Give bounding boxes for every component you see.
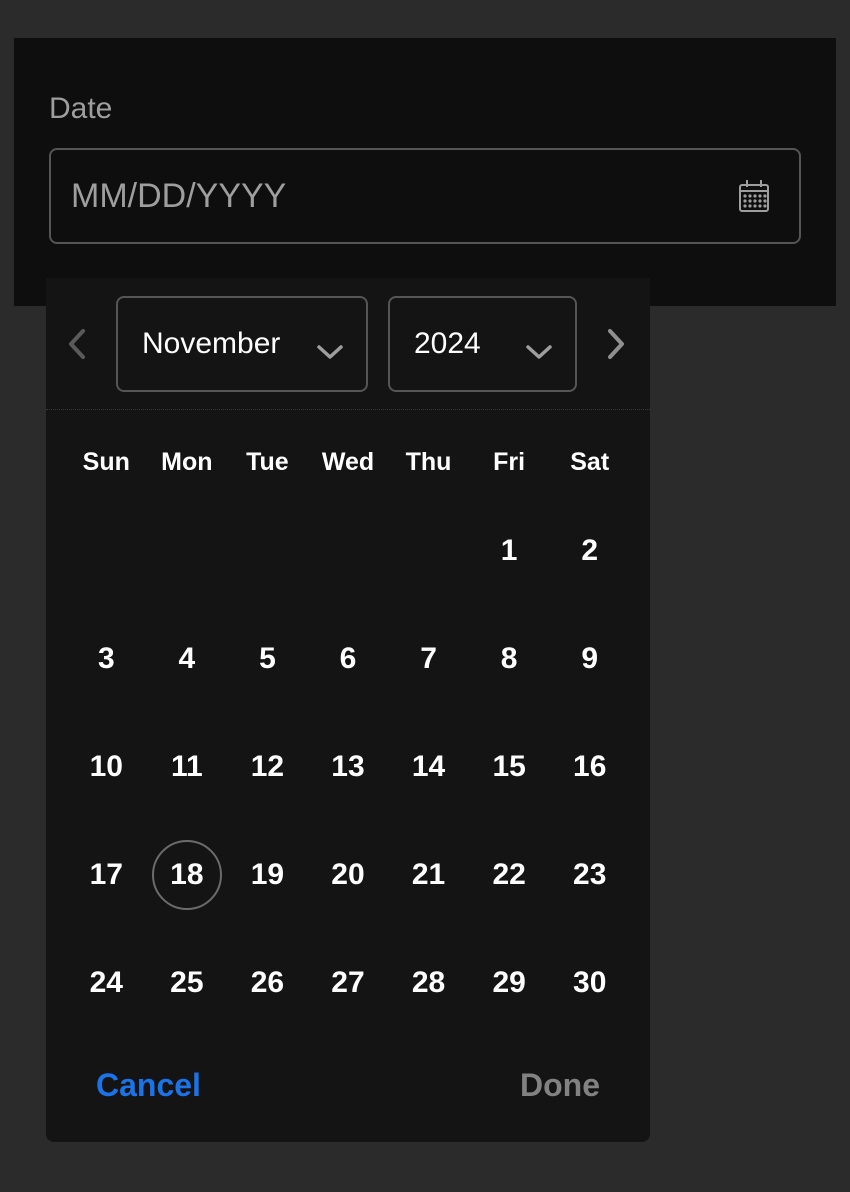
- calendar-day-3[interactable]: 3: [71, 624, 141, 694]
- calendar-day-10[interactable]: 10: [71, 732, 141, 802]
- weekday-header: Sat: [549, 430, 630, 497]
- calendar-day-30[interactable]: 30: [555, 948, 625, 1018]
- picker-footer: Cancel Done: [46, 1047, 650, 1132]
- calendar-cell: 26: [227, 929, 308, 1037]
- calendar-day-21[interactable]: 21: [394, 840, 464, 910]
- calendar-day-26[interactable]: 26: [232, 948, 302, 1018]
- calendar-cell: 5: [227, 605, 308, 713]
- weekday-header: Tue: [227, 430, 308, 497]
- calendar-cell: 3: [66, 605, 147, 713]
- prev-month-button[interactable]: [58, 325, 96, 363]
- next-month-button[interactable]: [597, 325, 635, 363]
- calendar-cell: 23: [549, 821, 630, 929]
- calendar-day-11[interactable]: 11: [152, 732, 222, 802]
- calendar-day-17[interactable]: 17: [71, 840, 141, 910]
- calendar-cell: 24: [66, 929, 147, 1037]
- calendar-cell: 10: [66, 713, 147, 821]
- calendar-cell: 14: [388, 713, 469, 821]
- date-field-panel: Date MM/DD/YYYY: [14, 38, 836, 306]
- calendar-cell: 22: [469, 821, 550, 929]
- calendar-day-18[interactable]: 18: [152, 840, 222, 910]
- month-select[interactable]: November: [116, 296, 368, 392]
- calendar-day-23[interactable]: 23: [555, 840, 625, 910]
- calendar-cell: 30: [549, 929, 630, 1037]
- calendar-day-9[interactable]: 9: [555, 624, 625, 694]
- calendar-day-12[interactable]: 12: [232, 732, 302, 802]
- picker-header: November 2024: [46, 278, 650, 410]
- date-label: Date: [49, 92, 801, 126]
- weekday-header: Fri: [469, 430, 550, 497]
- calendar-day-19[interactable]: 19: [232, 840, 302, 910]
- weekday-header: Thu: [388, 430, 469, 497]
- calendar-cell: 19: [227, 821, 308, 929]
- calendar-cell: 6: [308, 605, 389, 713]
- chevron-down-icon: [525, 335, 553, 353]
- weekday-header: Sun: [66, 430, 147, 497]
- calendar-day-6[interactable]: 6: [313, 624, 383, 694]
- calendar-day-8[interactable]: 8: [474, 624, 544, 694]
- calendar-cell: 21: [388, 821, 469, 929]
- weekday-header: Mon: [147, 430, 228, 497]
- calendar-blank-cell: [147, 497, 228, 605]
- calendar-day-1[interactable]: 1: [474, 516, 544, 586]
- calendar-cell: 25: [147, 929, 228, 1037]
- calendar-day-27[interactable]: 27: [313, 948, 383, 1018]
- calendar-day-5[interactable]: 5: [232, 624, 302, 694]
- calendar-cell: 4: [147, 605, 228, 713]
- calendar-cell: 8: [469, 605, 550, 713]
- calendar-cell: 17: [66, 821, 147, 929]
- calendar-cell: 13: [308, 713, 389, 821]
- cancel-button[interactable]: Cancel: [96, 1067, 201, 1104]
- calendar-day-15[interactable]: 15: [474, 732, 544, 802]
- calendar-cell: 2: [549, 497, 630, 605]
- calendar-icon[interactable]: [737, 179, 771, 213]
- calendar-day-29[interactable]: 29: [474, 948, 544, 1018]
- date-input[interactable]: MM/DD/YYYY: [49, 148, 801, 244]
- calendar-cell: 9: [549, 605, 630, 713]
- date-input-placeholder: MM/DD/YYYY: [71, 177, 286, 216]
- calendar-blank-cell: [227, 497, 308, 605]
- calendar-day-2[interactable]: 2: [555, 516, 625, 586]
- calendar-day-4[interactable]: 4: [152, 624, 222, 694]
- calendar-cell: 20: [308, 821, 389, 929]
- calendar-day-25[interactable]: 25: [152, 948, 222, 1018]
- calendar-cell: 27: [308, 929, 389, 1037]
- calendar-day-16[interactable]: 16: [555, 732, 625, 802]
- calendar-blank-cell: [66, 497, 147, 605]
- calendar-cell: 18: [147, 821, 228, 929]
- calendar-cell: 7: [388, 605, 469, 713]
- year-select[interactable]: 2024: [388, 296, 577, 392]
- calendar-cell: 29: [469, 929, 550, 1037]
- year-select-value: 2024: [414, 327, 481, 361]
- calendar-cell: 1: [469, 497, 550, 605]
- calendar-day-13[interactable]: 13: [313, 732, 383, 802]
- chevron-down-icon: [316, 335, 344, 353]
- calendar-cell: 12: [227, 713, 308, 821]
- calendar-cell: 11: [147, 713, 228, 821]
- calendar-day-7[interactable]: 7: [394, 624, 464, 694]
- calendar-cell: 16: [549, 713, 630, 821]
- calendar-blank-cell: [308, 497, 389, 605]
- calendar-blank-cell: [388, 497, 469, 605]
- calendar-day-20[interactable]: 20: [313, 840, 383, 910]
- calendar-cell: 28: [388, 929, 469, 1037]
- calendar-cell: 15: [469, 713, 550, 821]
- month-select-value: November: [142, 327, 280, 361]
- calendar-day-24[interactable]: 24: [71, 948, 141, 1018]
- calendar-day-28[interactable]: 28: [394, 948, 464, 1018]
- calendar-day-14[interactable]: 14: [394, 732, 464, 802]
- date-picker-popup: November 2024 SunMonTueWedThuFriSat12345…: [46, 278, 650, 1142]
- done-button[interactable]: Done: [520, 1067, 600, 1104]
- calendar-day-22[interactable]: 22: [474, 840, 544, 910]
- calendar-grid: SunMonTueWedThuFriSat1234567891011121314…: [46, 410, 650, 1047]
- weekday-header: Wed: [308, 430, 389, 497]
